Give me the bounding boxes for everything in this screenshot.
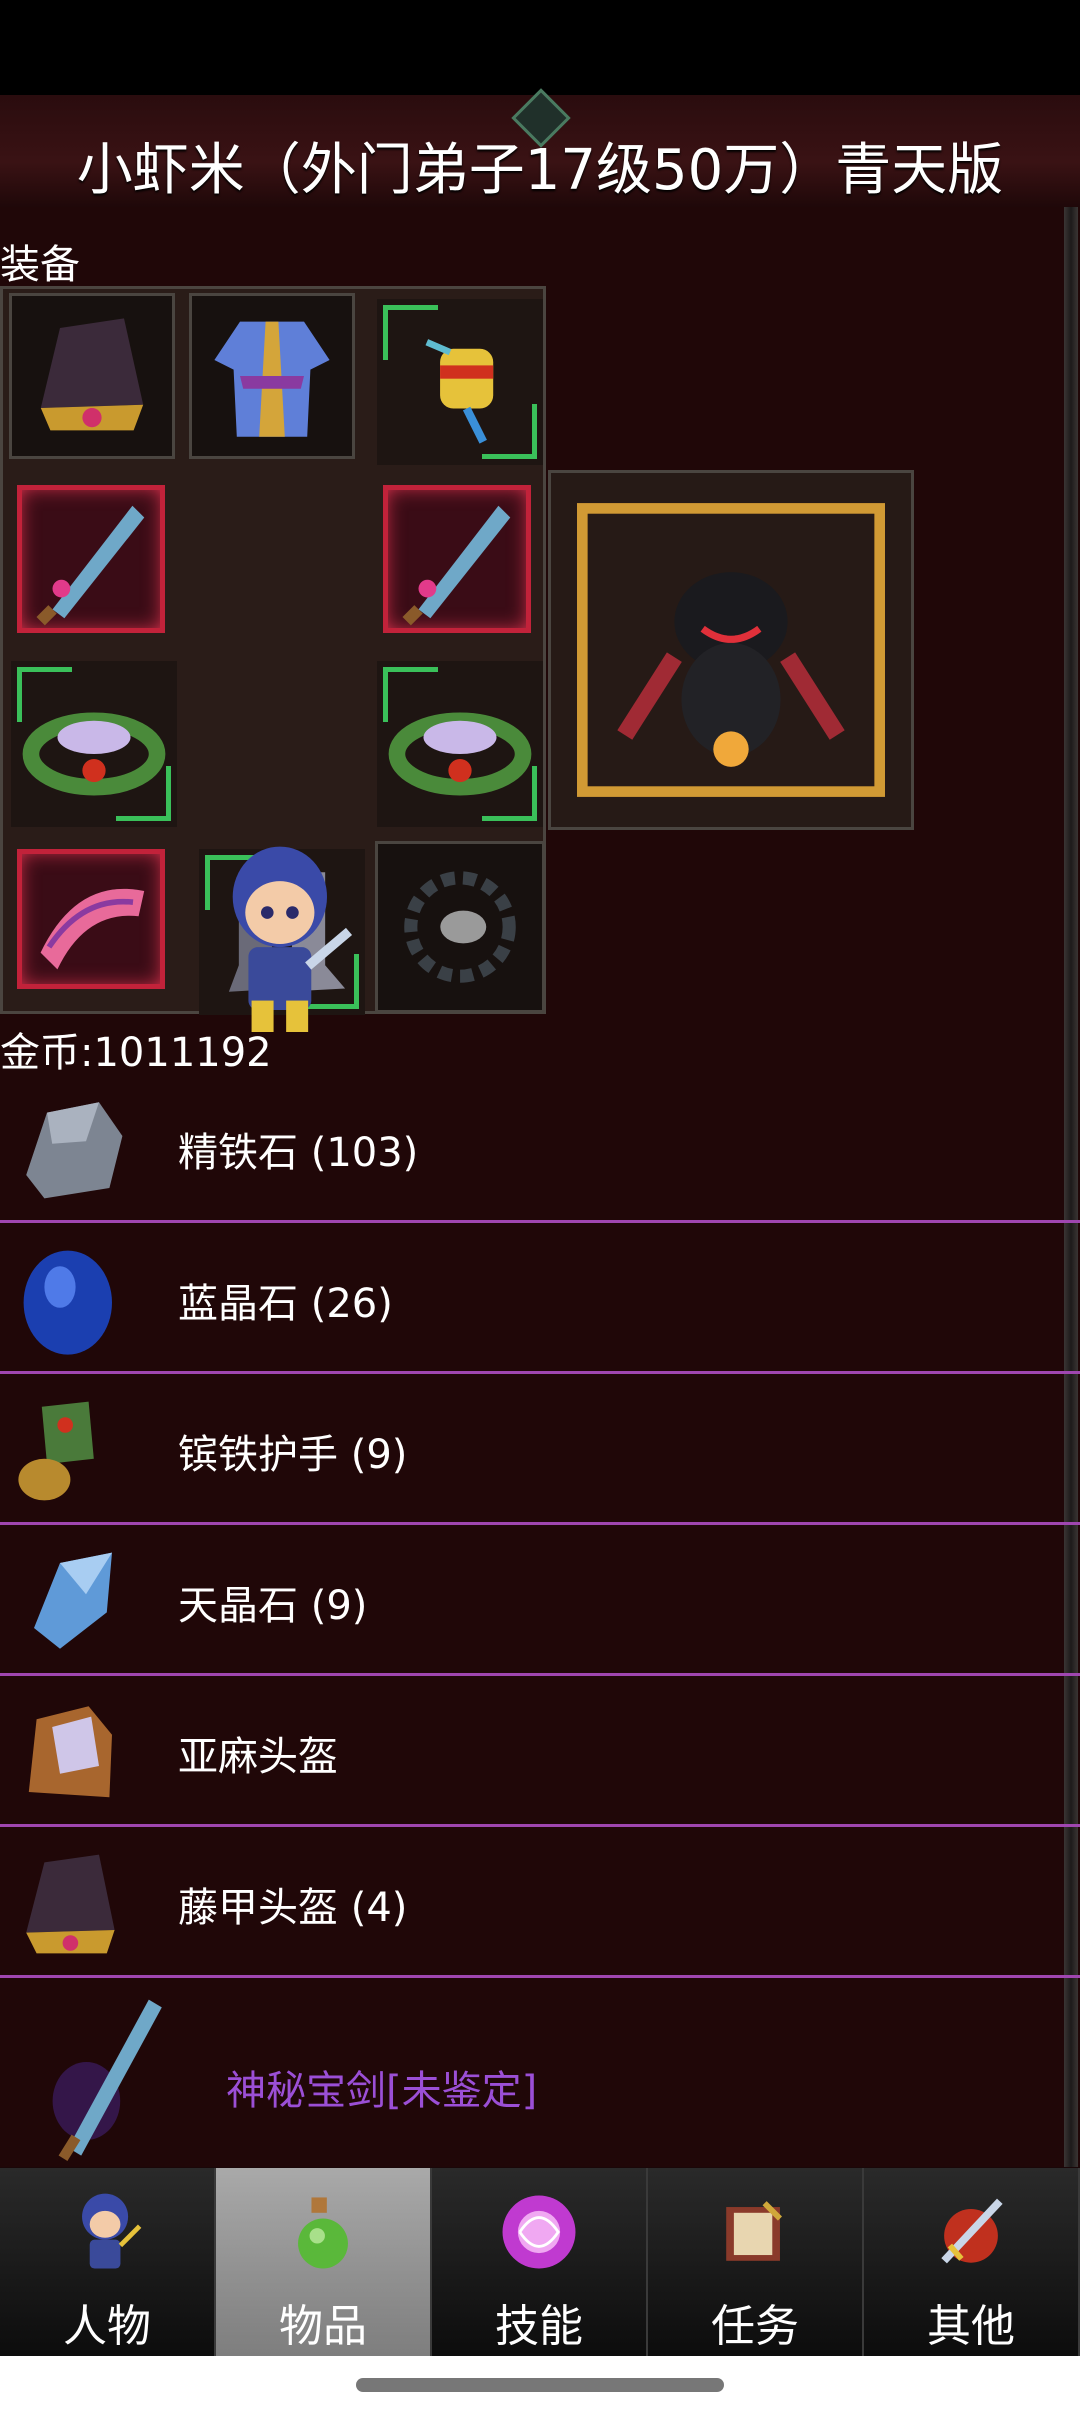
gauntlet-icon — [18, 1401, 94, 1501]
equip-slot-weapon-right[interactable] — [383, 485, 531, 633]
list-item[interactable]: 精铁石 (103) — [0, 1072, 1080, 1223]
title-bar: 小虾米（外门弟子17级50万）青天版 — [0, 88, 1080, 207]
list-item[interactable]: 亚麻头盔 — [0, 1676, 1080, 1827]
list-item[interactable]: 天晶石 (9) — [0, 1525, 1080, 1676]
item-name: 镔铁护手 (9) — [178, 1432, 408, 1478]
item-name-unidentified: 神秘宝剑[未鉴定] — [226, 2068, 538, 2114]
tab-label: 任务 — [711, 2301, 799, 2352]
sky-crystal-icon — [34, 1552, 112, 1649]
gold-amount: 金币:1011192 — [0, 1030, 272, 1076]
list-item[interactable]: 蓝晶石 (26) — [0, 1223, 1080, 1374]
equip-slot-armor[interactable] — [189, 293, 355, 459]
sword-icon — [402, 505, 511, 626]
pet-slot[interactable] — [548, 470, 914, 830]
equip-slot-belt[interactable] — [17, 849, 165, 989]
item-name: 藤甲头盔 (4) — [178, 1885, 408, 1931]
tab-items[interactable]: 物品 — [216, 2168, 432, 2360]
tab-label: 技能 — [495, 2301, 583, 2352]
item-name: 精铁石 (103) — [178, 1130, 419, 1176]
hat-icon — [40, 318, 144, 431]
lantern-icon — [425, 339, 494, 444]
equip-slot-hat[interactable] — [9, 293, 175, 459]
list-item[interactable]: 藤甲头盔 (4) — [0, 1827, 1080, 1978]
equip-slot-necklace[interactable] — [375, 841, 545, 1013]
equipment-label: 装备 — [0, 242, 80, 288]
tab-label: 人物 — [63, 2301, 151, 2352]
item-name: 天晶石 (9) — [178, 1583, 368, 1629]
list-item[interactable]: 神秘宝剑[未鉴定] — [0, 1978, 1080, 2168]
equip-slot-accessory[interactable] — [377, 299, 543, 465]
tab-label: 物品 — [279, 2301, 367, 2352]
quest-book-icon — [726, 2201, 782, 2261]
equip-slot-bracelet-right[interactable] — [377, 661, 543, 827]
mystery-sword-icon — [52, 1999, 162, 2161]
bottom-nav: 人物 物品 技能 任务 其他 — [0, 2168, 1080, 2360]
tab-label: 其他 — [927, 2301, 1015, 2352]
page-title: 小虾米（外门弟子17级50万）青天版 — [76, 138, 1004, 203]
list-item[interactable]: 镔铁护手 (9) — [0, 1374, 1080, 1525]
linen-helmet-icon — [28, 1706, 112, 1798]
item-name: 蓝晶石 (26) — [178, 1281, 393, 1327]
sword-icon — [36, 505, 145, 626]
home-indicator[interactable] — [356, 2378, 724, 2392]
equip-slot-bracelet-left[interactable] — [11, 661, 177, 827]
bracelet-icon — [388, 712, 532, 796]
tab-skills[interactable]: 技能 — [432, 2168, 648, 2360]
equipment-panel — [0, 286, 546, 1032]
equip-slot-weapon-left[interactable] — [17, 485, 165, 633]
rattan-helmet-icon — [26, 1854, 115, 1954]
tab-other[interactable]: 其他 — [864, 2168, 1080, 2360]
blue-crystal-icon — [23, 1250, 113, 1355]
item-name: 亚麻头盔 — [178, 1734, 338, 1780]
character-icon — [82, 2193, 142, 2269]
bracelet-icon — [22, 712, 166, 796]
belt-icon — [40, 888, 145, 970]
status-bar — [0, 0, 1080, 95]
necklace-icon — [404, 871, 516, 983]
potion-icon — [298, 2197, 348, 2269]
robe-icon — [214, 321, 330, 437]
inventory-list: 精铁石 (103) 蓝晶石 (26) 镔铁护手 (9) 天晶石 (9) 亚麻头盔 — [0, 1072, 1080, 2168]
tab-character[interactable]: 人物 — [0, 2168, 216, 2360]
magic-swirl-icon — [502, 2195, 576, 2269]
sword-emblem-icon — [941, 2198, 1003, 2264]
iron-ore-icon — [26, 1102, 123, 1199]
pet-demon-icon — [577, 503, 885, 797]
tab-quests[interactable]: 任务 — [648, 2168, 864, 2360]
